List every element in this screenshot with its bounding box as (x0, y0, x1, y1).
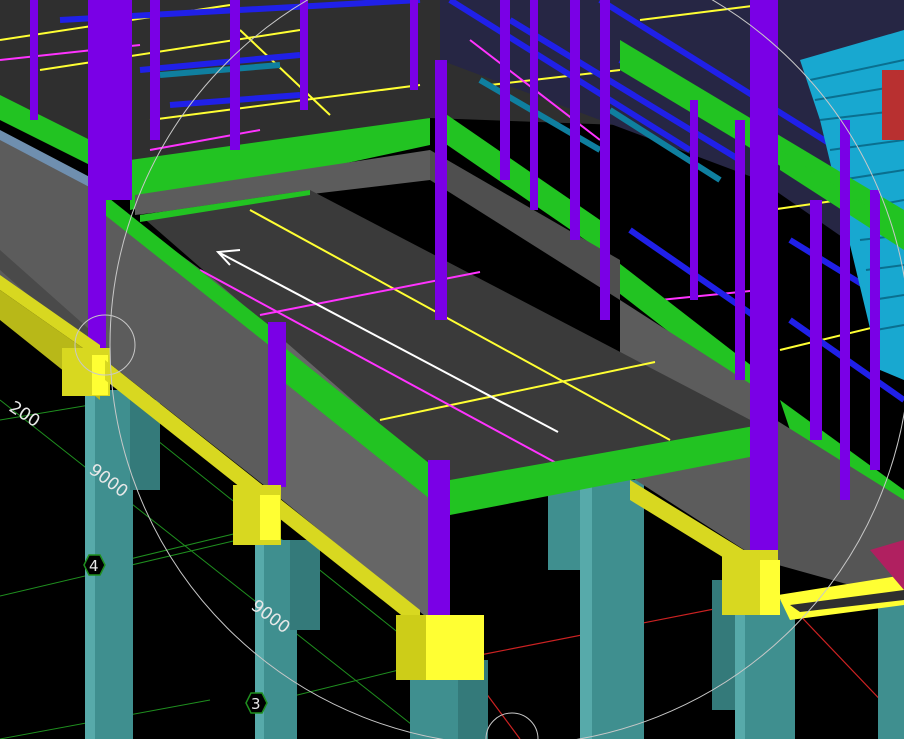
svg-text:4: 4 (89, 557, 99, 575)
3d-model-viewport[interactable]: 200 9000 9000 4 3 (0, 0, 904, 739)
grid-marker-4[interactable]: 4 (83, 554, 106, 576)
svg-text:3: 3 (251, 695, 261, 713)
grid-marker-3[interactable]: 3 (245, 692, 268, 714)
